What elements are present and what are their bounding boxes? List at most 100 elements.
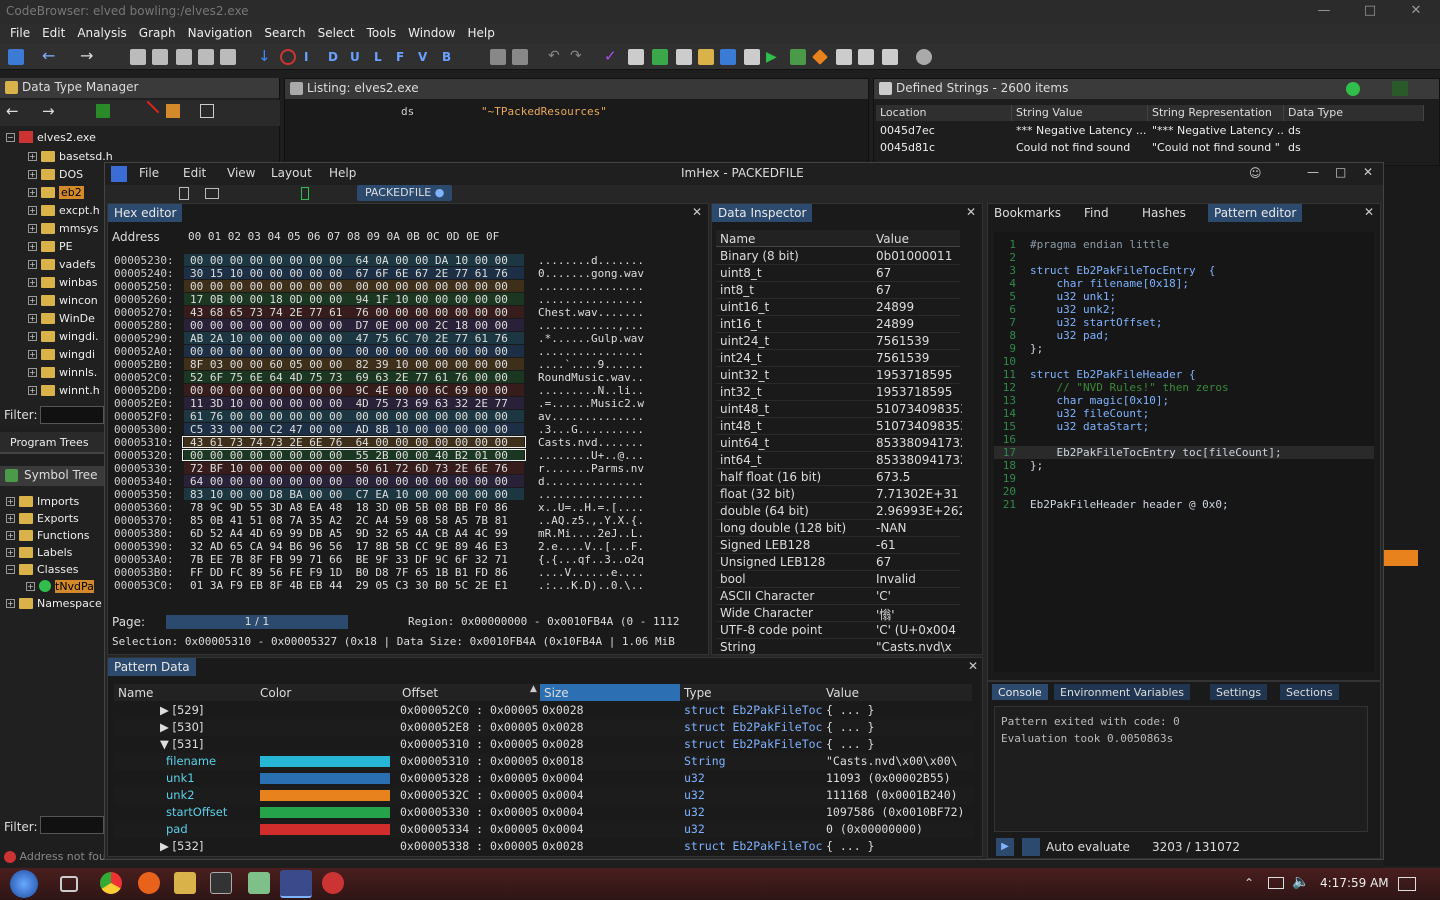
tree-item[interactable]: + WinDe — [28, 309, 95, 327]
tab-data-inspector[interactable]: Data Inspector — [712, 204, 813, 222]
maximize-button[interactable]: □ — [1348, 0, 1392, 24]
debug-icon[interactable] — [790, 49, 806, 65]
minimize-button[interactable]: — — [1307, 165, 1319, 179]
ascii-text[interactable]: ............,... — [538, 319, 644, 332]
column-value[interactable]: Value — [826, 686, 859, 700]
hex-grid[interactable]: 00005230: 00 00 00 00 00 00 00 00 64 0A 0… — [108, 254, 698, 604]
inspector-row[interactable]: half float (16 bit) 673.5 — [716, 469, 960, 486]
check-icon[interactable]: ✓ — [604, 49, 620, 65]
close-icon[interactable]: ✕ — [968, 659, 978, 673]
ascii-text[interactable]: Chest.wav....... — [538, 306, 644, 319]
pattern-row[interactable]: ▶ [532] 0x00005338 : 0x00005 0x0028 struct … — [114, 838, 974, 855]
hex-bytes[interactable]: 00 00 00 00 00 00 00 00 00 00 00 00 00 0… — [190, 345, 508, 358]
notification-icon[interactable] — [1398, 877, 1416, 891]
ascii-text[interactable]: .:...K.D)..0.\.. — [538, 579, 644, 592]
ascii-text[interactable]: ........d....... — [538, 254, 644, 267]
tree-item-selected[interactable]: + eb2 — [28, 183, 84, 201]
pattern-name[interactable]: unk2 — [166, 788, 262, 802]
pattern-name[interactable]: ▶ [529] — [160, 703, 256, 717]
tree-item[interactable]: + tNvdPa — [26, 577, 94, 595]
bookmark-icon[interactable] — [301, 187, 309, 200]
ascii-text[interactable]: Casts.nvd....... — [538, 436, 644, 449]
column-name[interactable]: Name — [118, 686, 153, 700]
pattern-name[interactable]: filename — [166, 754, 262, 768]
ascii-text[interactable]: .=......Music2.w — [538, 397, 644, 410]
pattern-name[interactable]: ▶ [532] — [160, 839, 256, 853]
ascii-text[interactable]: ................ — [538, 293, 644, 306]
hex-bytes[interactable]: 43 68 65 73 74 2E 77 61 76 00 00 00 00 0… — [190, 306, 508, 319]
stop-icon[interactable] — [280, 49, 296, 65]
hex-bytes[interactable]: 61 76 00 00 00 00 00 00 00 00 00 00 00 0… — [190, 410, 508, 423]
ghidra-taskbar-icon[interactable] — [322, 872, 344, 894]
inspector-row[interactable]: int24_t 7561539 — [716, 350, 960, 367]
tree-item[interactable]: + Labels — [6, 543, 72, 561]
ascii-text[interactable]: ................ — [538, 345, 644, 358]
data-icon[interactable]: D — [328, 49, 344, 65]
menu-file[interactable]: File — [4, 24, 36, 44]
inspector-row[interactable]: uint48_t 510734098353 — [716, 401, 962, 418]
graph-icon[interactable] — [882, 49, 898, 65]
inspector-value[interactable]: 1953718595 — [876, 385, 962, 399]
pattern-name[interactable]: startOffset — [166, 805, 262, 819]
inspector-row[interactable]: uint8_t 67 — [716, 265, 960, 282]
ascii-text[interactable]: mR.Mi....2eJ..L. — [538, 527, 644, 540]
7zip-icon[interactable] — [210, 872, 232, 894]
inspector-value[interactable]: -NAN — [876, 521, 962, 535]
inspector-row[interactable]: Signed LEB128 -61 — [716, 537, 960, 554]
column-data-type[interactable]: Data Type — [1284, 105, 1424, 121]
refresh-icon[interactable] — [1346, 82, 1360, 96]
tree-item[interactable]: + Namespace — [6, 594, 102, 612]
hex-bytes[interactable]: 6D 52 A4 4D 69 99 DB A5 9D 32 65 4A CB A… — [190, 527, 508, 540]
imhex-taskbar-icon[interactable] — [280, 870, 312, 898]
menu-graph[interactable]: Graph — [133, 24, 182, 44]
undo-icon[interactable]: ↶ — [548, 49, 564, 65]
ascii-text[interactable]: 0.......gong.wav — [538, 267, 644, 280]
hex-bytes[interactable]: AB 2A 10 00 00 00 00 00 47 75 6C 70 2E 7… — [190, 332, 508, 345]
page-slider[interactable]: 1 / 1 — [166, 615, 348, 629]
hex-bytes[interactable]: 7B EE 7B 8F FB 99 71 66 BE 9F 33 DF 9C 6… — [190, 553, 508, 566]
menu-search[interactable]: Search — [258, 24, 311, 44]
start-button[interactable] — [10, 870, 38, 898]
document-icon[interactable] — [220, 49, 236, 65]
document-icon[interactable] — [152, 49, 168, 65]
inspector-value[interactable]: 'C' — [876, 589, 962, 603]
table-icon[interactable] — [836, 49, 852, 65]
delete-icon[interactable] — [136, 100, 160, 124]
window-icon[interactable] — [744, 49, 760, 65]
inspector-row[interactable]: uint16_t 24899 — [716, 299, 960, 316]
column-type[interactable]: Type — [684, 686, 712, 700]
notepad-icon[interactable] — [248, 872, 270, 894]
instruction-icon[interactable]: I — [304, 49, 320, 65]
pattern-row[interactable]: ▶ [529] 0x000052C0 : 0x00005 0x0028 struct … — [114, 702, 974, 719]
pattern-name[interactable]: pad — [166, 822, 262, 836]
window-icon[interactable] — [628, 49, 644, 65]
inspector-value[interactable]: 67 — [876, 555, 962, 569]
inspector-value[interactable]: "Casts.nvd\x — [876, 640, 962, 654]
inspector-value[interactable]: '慃' — [876, 606, 962, 623]
hex-bytes[interactable]: 30 15 10 00 00 00 00 00 67 6F 6E 67 2E 7… — [190, 267, 508, 280]
tab-hashes[interactable]: Hashes — [1136, 204, 1192, 222]
menu-navigation[interactable]: Navigation — [182, 24, 259, 44]
tree-root[interactable]: − elves2.exe — [6, 128, 96, 146]
close-icon[interactable]: ✕ — [1364, 205, 1374, 219]
imhex-menu-file[interactable]: File — [139, 166, 159, 180]
table-cell[interactable]: *** Negative Latency ... — [1012, 123, 1148, 139]
inspector-value[interactable]: 853380941732 — [876, 436, 962, 450]
hex-bytes[interactable]: 00 00 00 00 00 00 00 00 D7 0E 00 00 2C 1… — [190, 319, 508, 332]
inspector-row[interactable]: double (64 bit) 2.96993E+262 — [716, 503, 962, 520]
inspector-value[interactable]: 1953718595 — [876, 368, 962, 382]
table-cell[interactable]: "Could not find sound " — [1148, 140, 1284, 156]
hex-bytes[interactable]: 32 AD 65 CA 94 B6 96 56 17 8B 5B CC 9E 8… — [190, 540, 508, 553]
tab-hex-editor[interactable]: Hex editor — [108, 204, 183, 222]
hex-bytes[interactable]: 72 BF 10 00 00 00 00 00 50 61 72 6D 73 2… — [190, 462, 508, 475]
inspector-row[interactable]: Wide Character '慃' — [716, 605, 960, 622]
pattern-row[interactable]: filename 0x00005310 : 0x00005 0x0018 String… — [114, 753, 974, 770]
ascii-text[interactable]: d............... — [538, 475, 644, 488]
tab-pattern-data[interactable]: Pattern Data — [108, 658, 196, 676]
menu-window[interactable]: Window — [402, 24, 461, 44]
inspector-value[interactable]: 67 — [876, 266, 962, 280]
hex-bytes[interactable]: 00 00 00 00 00 00 00 00 64 0A 00 00 DA 1… — [190, 254, 508, 267]
inspector-row[interactable]: uint64_t 853380941732 — [716, 435, 962, 452]
variable-icon[interactable]: V — [418, 49, 434, 65]
table-cell[interactable]: ds — [1284, 140, 1424, 156]
